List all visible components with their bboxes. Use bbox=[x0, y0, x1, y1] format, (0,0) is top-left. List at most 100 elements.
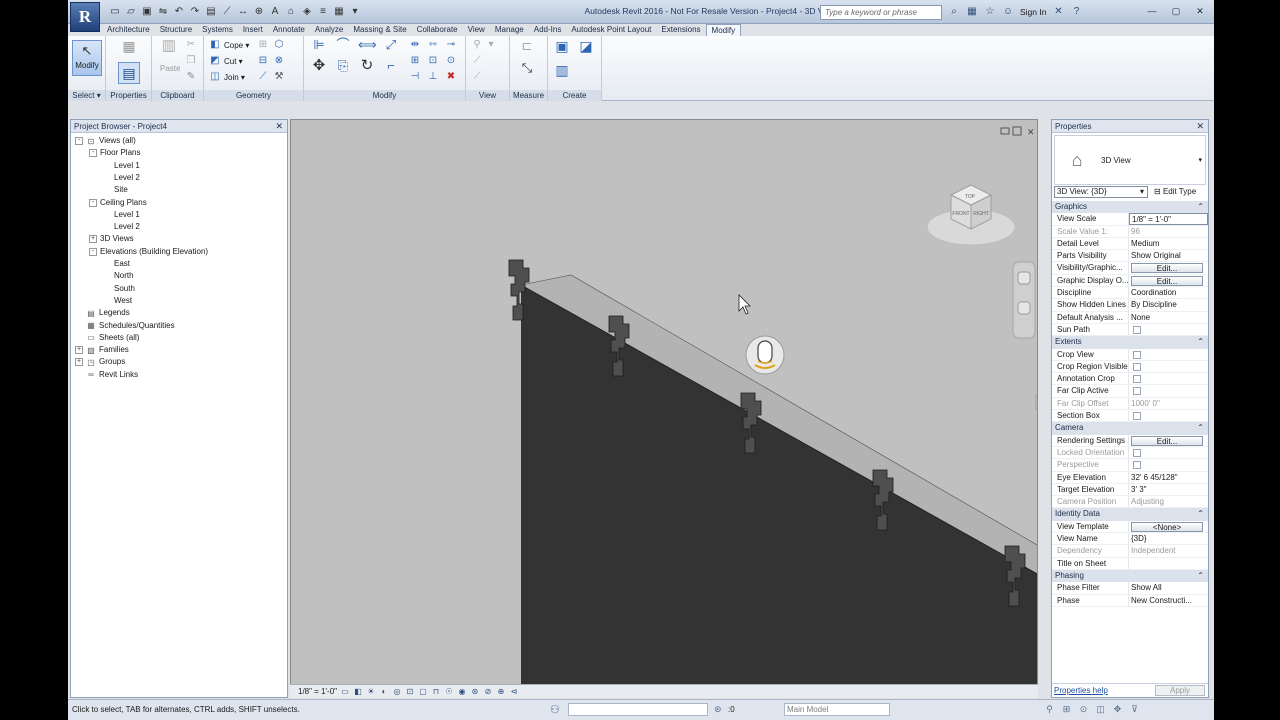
subscription-icon[interactable]: ▦ bbox=[966, 5, 978, 18]
expand-icon[interactable]: + bbox=[89, 235, 97, 244]
application-menu-button[interactable]: R bbox=[70, 2, 100, 32]
property-value[interactable]: Coordination bbox=[1129, 287, 1208, 298]
minimize-view-icon[interactable] bbox=[1000, 127, 1010, 135]
close-icon[interactable]: ✕ bbox=[1190, 4, 1210, 19]
unpin-icon[interactable]: ⊸ bbox=[444, 39, 458, 51]
filter-icon[interactable]: ⊽ bbox=[1129, 703, 1140, 715]
property-edit-button[interactable]: Edit... bbox=[1131, 263, 1203, 274]
view-instance-select[interactable]: 3D View: {3D} ▾ bbox=[1054, 186, 1148, 198]
user-icon[interactable]: ☺ bbox=[1002, 5, 1014, 18]
browser-item[interactable]: ▭ Sheets (all) bbox=[75, 332, 139, 344]
browser-item[interactable]: - ⊡ Views (all) bbox=[75, 135, 136, 147]
collapse-icon[interactable]: ⌃ bbox=[1197, 422, 1204, 434]
workset-select[interactable] bbox=[568, 703, 708, 716]
property-value[interactable]: {3D} bbox=[1129, 533, 1208, 544]
browser-item[interactable]: + ◳ Groups bbox=[75, 356, 125, 368]
array-icon[interactable]: ⊞ bbox=[408, 55, 422, 67]
chevron-down-icon[interactable]: ▾ bbox=[1198, 156, 1202, 164]
join-label[interactable]: Join ▾ bbox=[224, 73, 245, 82]
tab-structure[interactable]: Structure bbox=[155, 24, 197, 36]
text-icon[interactable]: A bbox=[268, 5, 282, 19]
paint-icon[interactable]: ⊟ bbox=[256, 55, 270, 67]
close-icon[interactable]: ✕ bbox=[1196, 120, 1204, 133]
demolish-icon[interactable]: ⊗ bbox=[272, 55, 286, 67]
property-value[interactable]: 1/8" = 1'-0" bbox=[1129, 213, 1208, 225]
viewcube-right-label[interactable]: RIGHT bbox=[973, 211, 989, 217]
wall-face[interactable] bbox=[521, 275, 1038, 698]
print-icon[interactable]: ▤ bbox=[204, 5, 218, 19]
property-edit-button[interactable]: <None> bbox=[1131, 521, 1203, 532]
hide-icon[interactable]: ⚲ bbox=[470, 39, 484, 51]
modify-button[interactable]: ↖ Modify bbox=[72, 40, 102, 76]
join-icon[interactable]: ◫ bbox=[208, 71, 222, 83]
property-checkbox[interactable] bbox=[1133, 412, 1141, 421]
browser-item[interactable]: East bbox=[103, 258, 130, 270]
lock-view-icon[interactable]: ⊓ bbox=[431, 687, 441, 697]
cut-label[interactable]: Cut ▾ bbox=[224, 57, 243, 66]
property-section[interactable]: Graphics ⌃ bbox=[1052, 201, 1208, 214]
select-panel-label[interactable]: Select ▾ bbox=[68, 90, 105, 101]
tab-view[interactable]: View bbox=[463, 24, 490, 36]
create-group-icon[interactable]: ▥ bbox=[552, 63, 572, 82]
dimension-icon[interactable]: ↔ bbox=[236, 5, 250, 19]
remove-paint-icon[interactable]: ⟋ bbox=[256, 71, 270, 83]
property-value[interactable]: 3' 3" bbox=[1129, 484, 1208, 495]
favorites-icon[interactable]: ☆ bbox=[984, 5, 996, 18]
tab-modify[interactable]: Modify bbox=[705, 23, 742, 37]
zoom-icon[interactable] bbox=[1017, 301, 1031, 315]
tab-systems[interactable]: Systems bbox=[197, 24, 238, 36]
property-edit-button[interactable]: Edit... bbox=[1131, 275, 1203, 286]
collapse-icon[interactable]: - bbox=[89, 149, 97, 158]
property-checkbox[interactable] bbox=[1133, 375, 1141, 384]
type-properties-icon[interactable]: ▦ bbox=[120, 39, 138, 58]
browser-item[interactable]: + ▧ Families bbox=[75, 344, 129, 356]
select-links-icon[interactable]: ⚲ bbox=[1044, 703, 1055, 715]
viewcube-top-label[interactable]: TOP bbox=[965, 194, 976, 200]
help-icon[interactable]: ? bbox=[1070, 5, 1082, 18]
properties-icon[interactable]: ▤ bbox=[118, 62, 140, 84]
maximize-icon[interactable]: ▢ bbox=[1166, 4, 1186, 19]
scale-icon[interactable]: ⊡ bbox=[426, 55, 440, 67]
browser-item[interactable]: ∞ Revit Links bbox=[75, 369, 138, 381]
expand-icon[interactable]: + bbox=[75, 346, 83, 355]
vertical-scrollbar[interactable] bbox=[1035, 394, 1038, 410]
rotate-icon[interactable]: ↻ bbox=[358, 58, 376, 76]
constraints-icon[interactable]: ⊕ bbox=[496, 687, 506, 697]
linework-icon[interactable]: ⟋ bbox=[470, 71, 484, 83]
move-icon[interactable]: ✥ bbox=[310, 58, 328, 76]
exchange-icon[interactable]: ✕ bbox=[1052, 5, 1064, 18]
select-underlay-icon[interactable]: ⊞ bbox=[1061, 703, 1072, 715]
3d-model-scene[interactable]: TOP FRONT RIGHT ✕ bbox=[291, 120, 1038, 698]
copy-icon[interactable]: ❐ bbox=[184, 55, 198, 67]
browser-item[interactable]: Level 1 bbox=[103, 209, 140, 221]
binoculars-icon[interactable]: ⌕ bbox=[948, 5, 960, 18]
match-properties-icon[interactable]: ✎ bbox=[184, 71, 198, 83]
property-section[interactable]: Phasing ⌃ bbox=[1052, 569, 1208, 583]
property-checkbox[interactable] bbox=[1133, 325, 1141, 334]
trim-icon[interactable]: ⌐ bbox=[382, 59, 400, 76]
collapse-icon[interactable]: - bbox=[89, 247, 97, 256]
property-value[interactable]: Show All bbox=[1129, 582, 1208, 593]
measure-tool-icon[interactable]: ⊏ bbox=[516, 39, 538, 56]
property-checkbox[interactable] bbox=[1133, 387, 1141, 396]
worksets-icon[interactable]: ⚇ bbox=[550, 703, 560, 716]
copy-element-icon[interactable]: ⎘ bbox=[334, 59, 352, 76]
restore-view-icon[interactable] bbox=[1012, 126, 1022, 136]
collapse-icon[interactable]: ⌃ bbox=[1197, 508, 1204, 520]
type-selector[interactable]: ⌂ 3D View ▾ bbox=[1054, 135, 1206, 185]
select-pinned-icon[interactable]: ⊙ bbox=[1078, 703, 1089, 715]
trim-extend-icon[interactable]: ⊣ bbox=[408, 71, 422, 83]
collapse-icon[interactable]: ⌃ bbox=[1197, 201, 1204, 213]
create-assembly-icon[interactable]: ▣ bbox=[552, 39, 572, 58]
collapse-icon[interactable]: ⌃ bbox=[1197, 336, 1204, 348]
measure-icon[interactable]: ⟋ bbox=[220, 5, 234, 19]
hammer-icon[interactable]: ⚒ bbox=[272, 71, 286, 83]
properties-help-link[interactable]: Properties help bbox=[1054, 686, 1108, 695]
collapse-icon[interactable]: ⌃ bbox=[1197, 570, 1204, 582]
browser-item[interactable]: North bbox=[103, 270, 134, 282]
tab-annotate[interactable]: Annotate bbox=[268, 24, 310, 36]
cope-icon[interactable]: ◧ bbox=[208, 39, 222, 51]
analytical-icon[interactable]: ⊘ bbox=[483, 687, 493, 697]
crop-region-icon[interactable]: ▢ bbox=[418, 687, 428, 697]
steering-wheel-icon[interactable] bbox=[1017, 271, 1031, 285]
